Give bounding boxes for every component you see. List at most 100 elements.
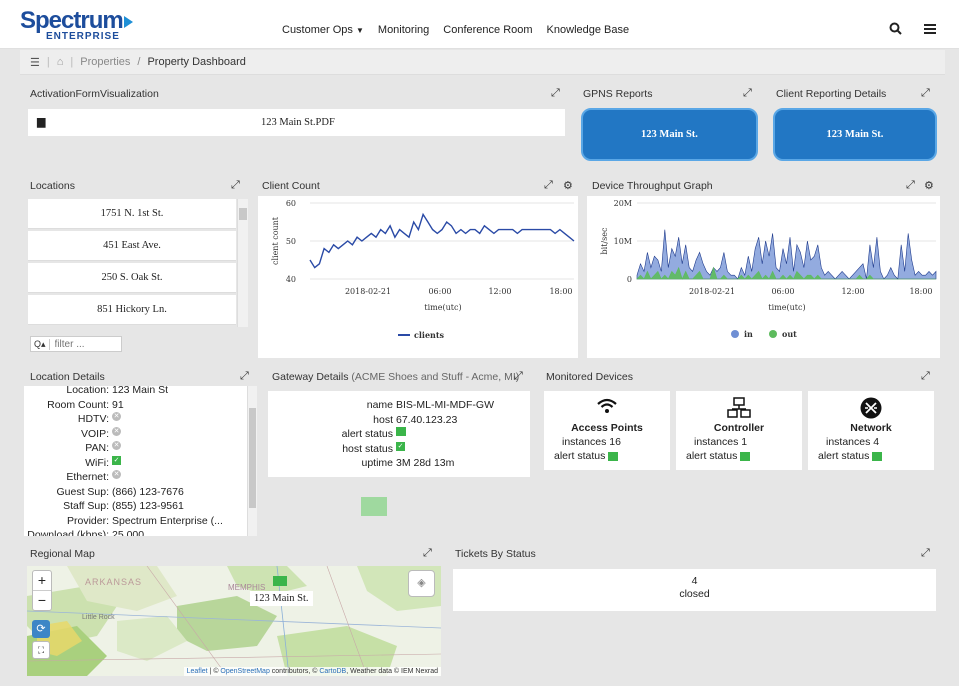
- detail-key: PAN:: [85, 442, 109, 454]
- expand-icon[interactable]: ⤢: [551, 87, 560, 100]
- expand-icon[interactable]: ⤢: [921, 370, 930, 383]
- gear-icon[interactable]: ⚙: [563, 179, 573, 192]
- detail-key: VOIP:: [80, 427, 109, 440]
- monitored-title: Monitored Devices: [546, 371, 633, 383]
- logo-text: Spectrum: [20, 7, 124, 34]
- tickets-panel[interactable]: 4 closed: [453, 569, 936, 611]
- zoom-control: + −: [32, 570, 52, 611]
- home-icon[interactable]: ⌂: [57, 56, 64, 68]
- regional-map[interactable]: ARKANSAS MEMPHIS Little Rock 123 Main St…: [27, 566, 441, 676]
- zoom-in-button[interactable]: +: [33, 571, 51, 591]
- detail-value: (855) 123-9561: [112, 500, 184, 512]
- expand-icon[interactable]: ⤢: [240, 370, 249, 383]
- tickets-title: Tickets By Status: [455, 548, 536, 560]
- detail-key: Location:: [66, 386, 109, 396]
- gateway-row: uptime 3M 28d 13m: [268, 456, 530, 471]
- detail-value: 123 Main St: [112, 386, 169, 396]
- instances-count: 4: [873, 436, 880, 448]
- device-card-controller[interactable]: Controller instances 1 alert status: [676, 391, 802, 470]
- attribution-link[interactable]: Leaflet: [187, 668, 208, 675]
- instances-count: 1: [741, 436, 748, 448]
- detail-row: HDTV: ✕: [24, 412, 246, 427]
- nav-monitoring[interactable]: Monitoring: [378, 24, 429, 36]
- attribution-link[interactable]: CartoDB: [319, 668, 346, 675]
- refresh-icon[interactable]: ⟳: [32, 620, 50, 638]
- activation-file-row[interactable]: ▆ 123 Main St.PDF: [28, 109, 565, 136]
- scroll-thumb[interactable]: [249, 408, 256, 508]
- location-item[interactable]: 851 Hickory Ln.: [28, 295, 236, 325]
- location-item[interactable]: 451 East Ave.: [28, 231, 236, 261]
- expand-icon[interactable]: ⤢: [743, 87, 752, 100]
- x-tick-label: 06:00: [771, 287, 794, 296]
- sliders-icon[interactable]: ☰: [30, 56, 40, 69]
- expand-icon[interactable]: ⤢: [906, 179, 915, 192]
- instances-line: instances 1: [694, 436, 747, 448]
- location-item[interactable]: 1751 N. 1st St.: [28, 199, 236, 229]
- location-filter[interactable]: Q▴: [30, 336, 122, 352]
- expand-icon[interactable]: ⤢: [544, 179, 553, 192]
- expand-icon[interactable]: ⤢: [921, 547, 930, 560]
- x-tick-label: 2018-02-21: [345, 287, 391, 296]
- alert-line: alert status: [818, 450, 883, 462]
- tickets-status: closed: [679, 588, 710, 600]
- breadcrumb: ☰ | ⌂ | Properties / Property Dashboard: [20, 50, 945, 75]
- scroll-thumb[interactable]: [239, 208, 247, 220]
- device-card-access-points[interactable]: Access Points instances 16 alert status: [544, 391, 670, 470]
- zoom-out-button[interactable]: −: [33, 591, 51, 611]
- alert-label: alert status: [686, 450, 738, 462]
- hamburger-menu-icon[interactable]: [924, 24, 936, 34]
- map-label-state: ARKANSAS: [85, 577, 143, 587]
- client-reporting-button[interactable]: 123 Main St.: [773, 108, 937, 161]
- expand-icon[interactable]: ⤢: [921, 87, 930, 100]
- locations-scrollbar[interactable]: [237, 199, 248, 327]
- network-icon: [808, 397, 934, 422]
- detail-row: VOIP: ✕: [24, 426, 246, 442]
- attribution-text: , Weather data © IEM Nexrad: [346, 668, 438, 675]
- expand-icon[interactable]: ⤢: [514, 370, 523, 383]
- layers-icon[interactable]: ◈: [408, 570, 435, 597]
- check-icon: ✓: [112, 455, 121, 465]
- gpns-report-button[interactable]: 123 Main St.: [581, 108, 758, 161]
- location-item[interactable]: 250 S. Oak St.: [28, 263, 236, 293]
- details-scrollbar[interactable]: [247, 386, 257, 536]
- nav-conference-room[interactable]: Conference Room: [443, 24, 532, 36]
- expand-icon[interactable]: ⤢: [423, 547, 432, 560]
- location-details-panel: Location: 123 Main St Room Count: 91 HDTV: ✕ V…: [24, 386, 257, 536]
- detail-row: Room Count: 91: [24, 398, 246, 413]
- gear-icon[interactable]: ⚙: [924, 179, 934, 192]
- detail-value: 25.000: [112, 529, 145, 536]
- map-popup[interactable]: 123 Main St.: [250, 591, 313, 606]
- expand-icon[interactable]: ⤢: [231, 179, 240, 192]
- detail-row: Provider: Spectrum Enterprise (...: [24, 514, 246, 529]
- detail-row: WiFi: ✓: [24, 455, 246, 471]
- alert-label: alert status: [818, 450, 870, 462]
- spectrum-enterprise-logo[interactable]: Spectrum ENTERPRISE: [20, 9, 133, 42]
- detail-key: Download (kbps):: [27, 529, 109, 536]
- breadcrumb-current: Property Dashboard: [147, 56, 246, 68]
- map-label-city: Little Rock: [82, 614, 115, 621]
- detail-row: PAN: ✕: [24, 441, 246, 456]
- x-tick-label: 06:00: [428, 287, 451, 296]
- gateway-title: Gateway Details (ACME Shoes and Stuff - …: [272, 371, 519, 383]
- search-dropdown-icon[interactable]: Q▴: [31, 338, 50, 350]
- x-tick-label: 18:00: [549, 287, 572, 296]
- y-tick-label: 10M: [614, 237, 632, 246]
- gateway-row: host status ✓: [268, 441, 530, 457]
- search-icon[interactable]: [889, 22, 902, 35]
- device-card-network[interactable]: Network instances 4 alert status: [808, 391, 934, 470]
- logo-subtext: ENTERPRISE: [46, 31, 120, 42]
- throughput-chart: 0 10M 20M 2018-02-21 06:00 12:00 18:00 time(utc…: [587, 196, 940, 358]
- fullscreen-icon[interactable]: ⛶: [32, 641, 50, 659]
- filter-input[interactable]: [54, 338, 119, 350]
- nav-customer-ops[interactable]: Customer Ops ▼: [282, 24, 364, 36]
- instances-count: 16: [609, 436, 621, 448]
- client-reporting-title: Client Reporting Details: [776, 88, 887, 100]
- detail-key: Provider:: [66, 514, 109, 527]
- device-type-name: Controller: [713, 422, 765, 434]
- y-axis-label: client count: [271, 216, 280, 265]
- breadcrumb-properties[interactable]: Properties: [80, 56, 130, 68]
- map-attribution: Leaflet | © OpenStreetMap contributors, …: [183, 667, 441, 676]
- location-details-list: Location: 123 Main St Room Count: 91 HDTV: ✕ V…: [24, 386, 246, 536]
- attribution-link[interactable]: OpenStreetMap: [220, 668, 269, 675]
- nav-knowledge-base[interactable]: Knowledge Base: [547, 24, 630, 36]
